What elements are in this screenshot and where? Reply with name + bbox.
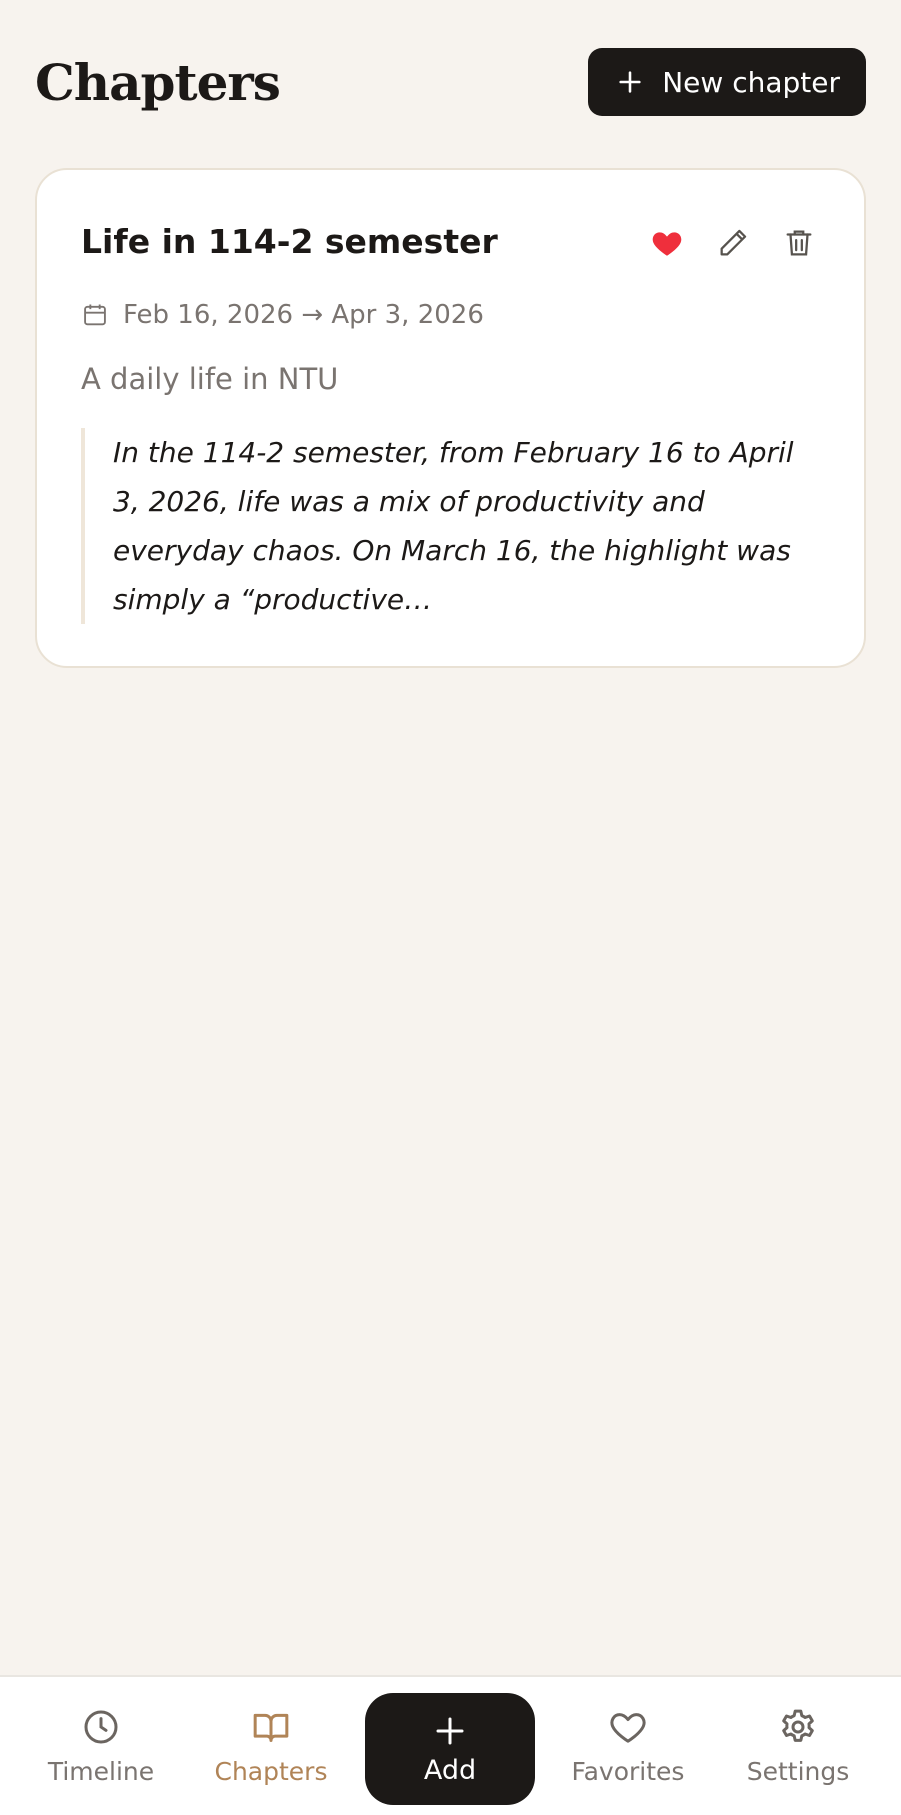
bottom-navigation: Timeline Chapters Add Favorites Settings <box>0 1675 901 1815</box>
chapter-excerpt: In the 114-2 semester, from February 16 … <box>81 428 812 624</box>
gear-icon <box>782 1709 814 1742</box>
nav-settings[interactable]: Settings <box>728 1707 868 1786</box>
nav-add-label: Add <box>423 1754 477 1786</box>
chapter-title: Life in 114-2 semester <box>81 222 498 261</box>
nav-timeline-label: Timeline <box>47 1757 155 1786</box>
nav-add-button[interactable]: Add <box>365 1693 535 1805</box>
nav-favorites[interactable]: Favorites <box>558 1707 698 1786</box>
heart-filled-icon <box>652 232 682 256</box>
clock-icon <box>84 1710 118 1744</box>
nav-chapters[interactable]: Chapters <box>201 1707 341 1786</box>
edit-button[interactable] <box>716 226 750 260</box>
favorite-button[interactable] <box>650 226 684 260</box>
heart-icon <box>610 1713 646 1743</box>
trash-icon <box>786 230 812 256</box>
page-title: Chapters <box>35 52 281 112</box>
nav-chapters-label: Chapters <box>214 1757 328 1786</box>
plus-icon <box>436 1717 464 1744</box>
nav-settings-label: Settings <box>746 1757 850 1786</box>
book-icon <box>253 1713 289 1742</box>
date-range-text: Feb 16, 2026 → Apr 3, 2026 <box>123 300 484 330</box>
nav-timeline[interactable]: Timeline <box>31 1707 171 1786</box>
calendar-icon <box>84 304 106 326</box>
pencil-icon <box>720 229 747 256</box>
chapter-subtitle: A daily life in NTU <box>81 362 339 396</box>
new-chapter-label: New chapter <box>662 65 840 99</box>
delete-button[interactable] <box>782 226 816 260</box>
chapters-screen: Chapters New chapter Life in 114-2 semes… <box>0 0 901 1815</box>
chapter-card[interactable]: Life in 114-2 semester Feb 16, 2026 → Ap… <box>35 168 866 668</box>
new-chapter-button[interactable]: New chapter <box>588 48 866 116</box>
chapter-date-range: Feb 16, 2026 → Apr 3, 2026 <box>81 300 484 330</box>
chapter-actions <box>650 226 816 260</box>
nav-favorites-label: Favorites <box>571 1757 685 1786</box>
header: Chapters New chapter <box>35 48 866 116</box>
plus-icon <box>619 71 641 93</box>
